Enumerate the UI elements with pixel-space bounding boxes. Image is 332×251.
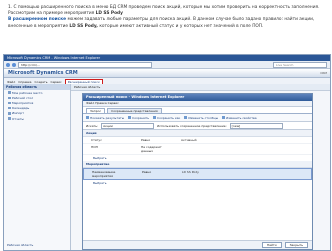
crm-user: CRM (320, 71, 327, 75)
button-label: Изменить свойства (226, 115, 257, 120)
select-link[interactable]: Выбрать (83, 180, 312, 186)
crm-header: Microsoft Dynamics CRM CRM (4, 69, 330, 78)
calendar-icon (8, 106, 11, 110)
caption-line-1: 1. С помощью расширенного поиска в меню … (8, 5, 320, 17)
save-as-button[interactable]: Сохранить как (153, 116, 180, 120)
look-for-select[interactable]: Акции (101, 122, 155, 129)
condition-operator: Не содержит данных (141, 145, 162, 153)
nav-item-label: Импорт (12, 111, 24, 116)
edit-columns-button[interactable]: Изменить столбцы (184, 116, 218, 120)
main-title: Рабочая область (71, 84, 330, 91)
caption-advanced-find: В расширенном поиске (8, 17, 67, 23)
condition-row[interactable]: Статус Равно Активный (83, 137, 312, 144)
condition-operator: Равно (142, 170, 152, 174)
condition-row[interactable]: Наименование мероприятия Равно LD SS Pod… (83, 168, 312, 180)
menu-item-file[interactable]: Файл (7, 80, 15, 84)
nav-item-label: Мероприятия (12, 100, 34, 105)
condition-row[interactable]: ПОП Не содержит данных (83, 144, 312, 155)
condition-value: LD SS Pody (182, 170, 199, 174)
folder-icon (8, 96, 11, 100)
find-button[interactable]: Найти (261, 242, 282, 248)
section-related: Мероприятие (83, 161, 312, 168)
results-icon (86, 116, 89, 119)
crm-logo: Microsoft Dynamics CRM (8, 70, 78, 76)
look-for-row: Искать: Акции Использовать сохраненное п… (83, 122, 312, 130)
section-entity: Акция (83, 130, 312, 137)
show-results-button[interactable]: Показать результаты (86, 116, 124, 120)
address-input[interactable]: http://crm/... (18, 61, 152, 68)
condition-operator: Равно (141, 138, 151, 142)
nav-item-label: Отчеты (12, 116, 24, 121)
import-icon (8, 112, 11, 115)
save-button[interactable]: Сохранить (128, 116, 149, 120)
screenshot-window: Microsoft Dynamics CRM - Windows Interne… (3, 54, 331, 251)
condition-field: Наименование мероприятия (92, 170, 116, 178)
menu-item-new[interactable]: Создать (35, 80, 48, 84)
condition-field: Статус (91, 138, 102, 142)
use-saved-label: Использовать сохраненное представление: (157, 123, 227, 128)
properties-icon (222, 116, 226, 119)
menu-item-help[interactable]: Справка (18, 80, 31, 84)
nav-item-label: Мое рабочее место (12, 90, 43, 95)
dialog-tabs: Запрос Сохраненные представления (83, 107, 312, 114)
tab-query[interactable]: Запрос (86, 108, 106, 113)
search-input[interactable]: Live Search (273, 61, 327, 68)
forward-icon[interactable] (12, 62, 16, 67)
menu-item-tools[interactable]: Сервис (50, 80, 61, 84)
nav-bottom-workplace[interactable]: Рабочая область (7, 243, 33, 247)
use-saved-select[interactable]: [new] (229, 122, 283, 129)
report-icon (8, 117, 11, 120)
main-area: Рабочая область Расширенный поиск - Wind… (71, 84, 330, 250)
address-bar: http://crm/... Live Search (4, 61, 330, 69)
folder-icon (8, 91, 11, 94)
caption-line-2-end: которые имеют активный статус и у которы… (97, 23, 264, 29)
left-navigation: Рабочая область Мое рабочее место Рабочи… (4, 84, 71, 250)
look-for-label: Искать: (86, 123, 99, 128)
dialog-title: Расширенный поиск - Windows Internet Exp… (83, 94, 312, 101)
edit-properties-button[interactable]: Изменить свойства (222, 116, 257, 120)
dialog-footer: Найти Закрыть (83, 240, 312, 249)
caption-event-name: LD SS Pody (95, 11, 123, 17)
back-icon[interactable] (6, 62, 10, 67)
button-label: Изменить столбцы (188, 115, 219, 120)
nav-item-label: Календарь (12, 106, 30, 111)
save-icon (128, 116, 132, 119)
folder-icon (8, 101, 11, 105)
nav-item-reports[interactable]: Отчеты (4, 116, 70, 121)
advanced-find-dialog: Расширенный поиск - Windows Internet Exp… (82, 93, 313, 250)
condition-field: ПОП (91, 145, 98, 149)
button-label: Сохранить как (157, 115, 181, 120)
nav-item-label: Рабочий стол (12, 95, 34, 100)
dialog-toolbar: Показать результаты Сохранить Сохранить … (83, 114, 312, 122)
save-as-icon (153, 116, 157, 119)
button-label: Показать результаты (90, 115, 125, 120)
condition-value: Активный (181, 138, 197, 142)
tab-saved-views[interactable]: Сохраненные представления (107, 108, 162, 113)
columns-icon (184, 116, 188, 119)
close-button[interactable]: Закрыть (284, 242, 308, 248)
caption-event-name-2: LD SS Pody, (69, 23, 98, 29)
caption-text: 1. С помощью расширенного поиска в меню … (8, 5, 326, 30)
button-label: Сохранить (132, 115, 150, 120)
